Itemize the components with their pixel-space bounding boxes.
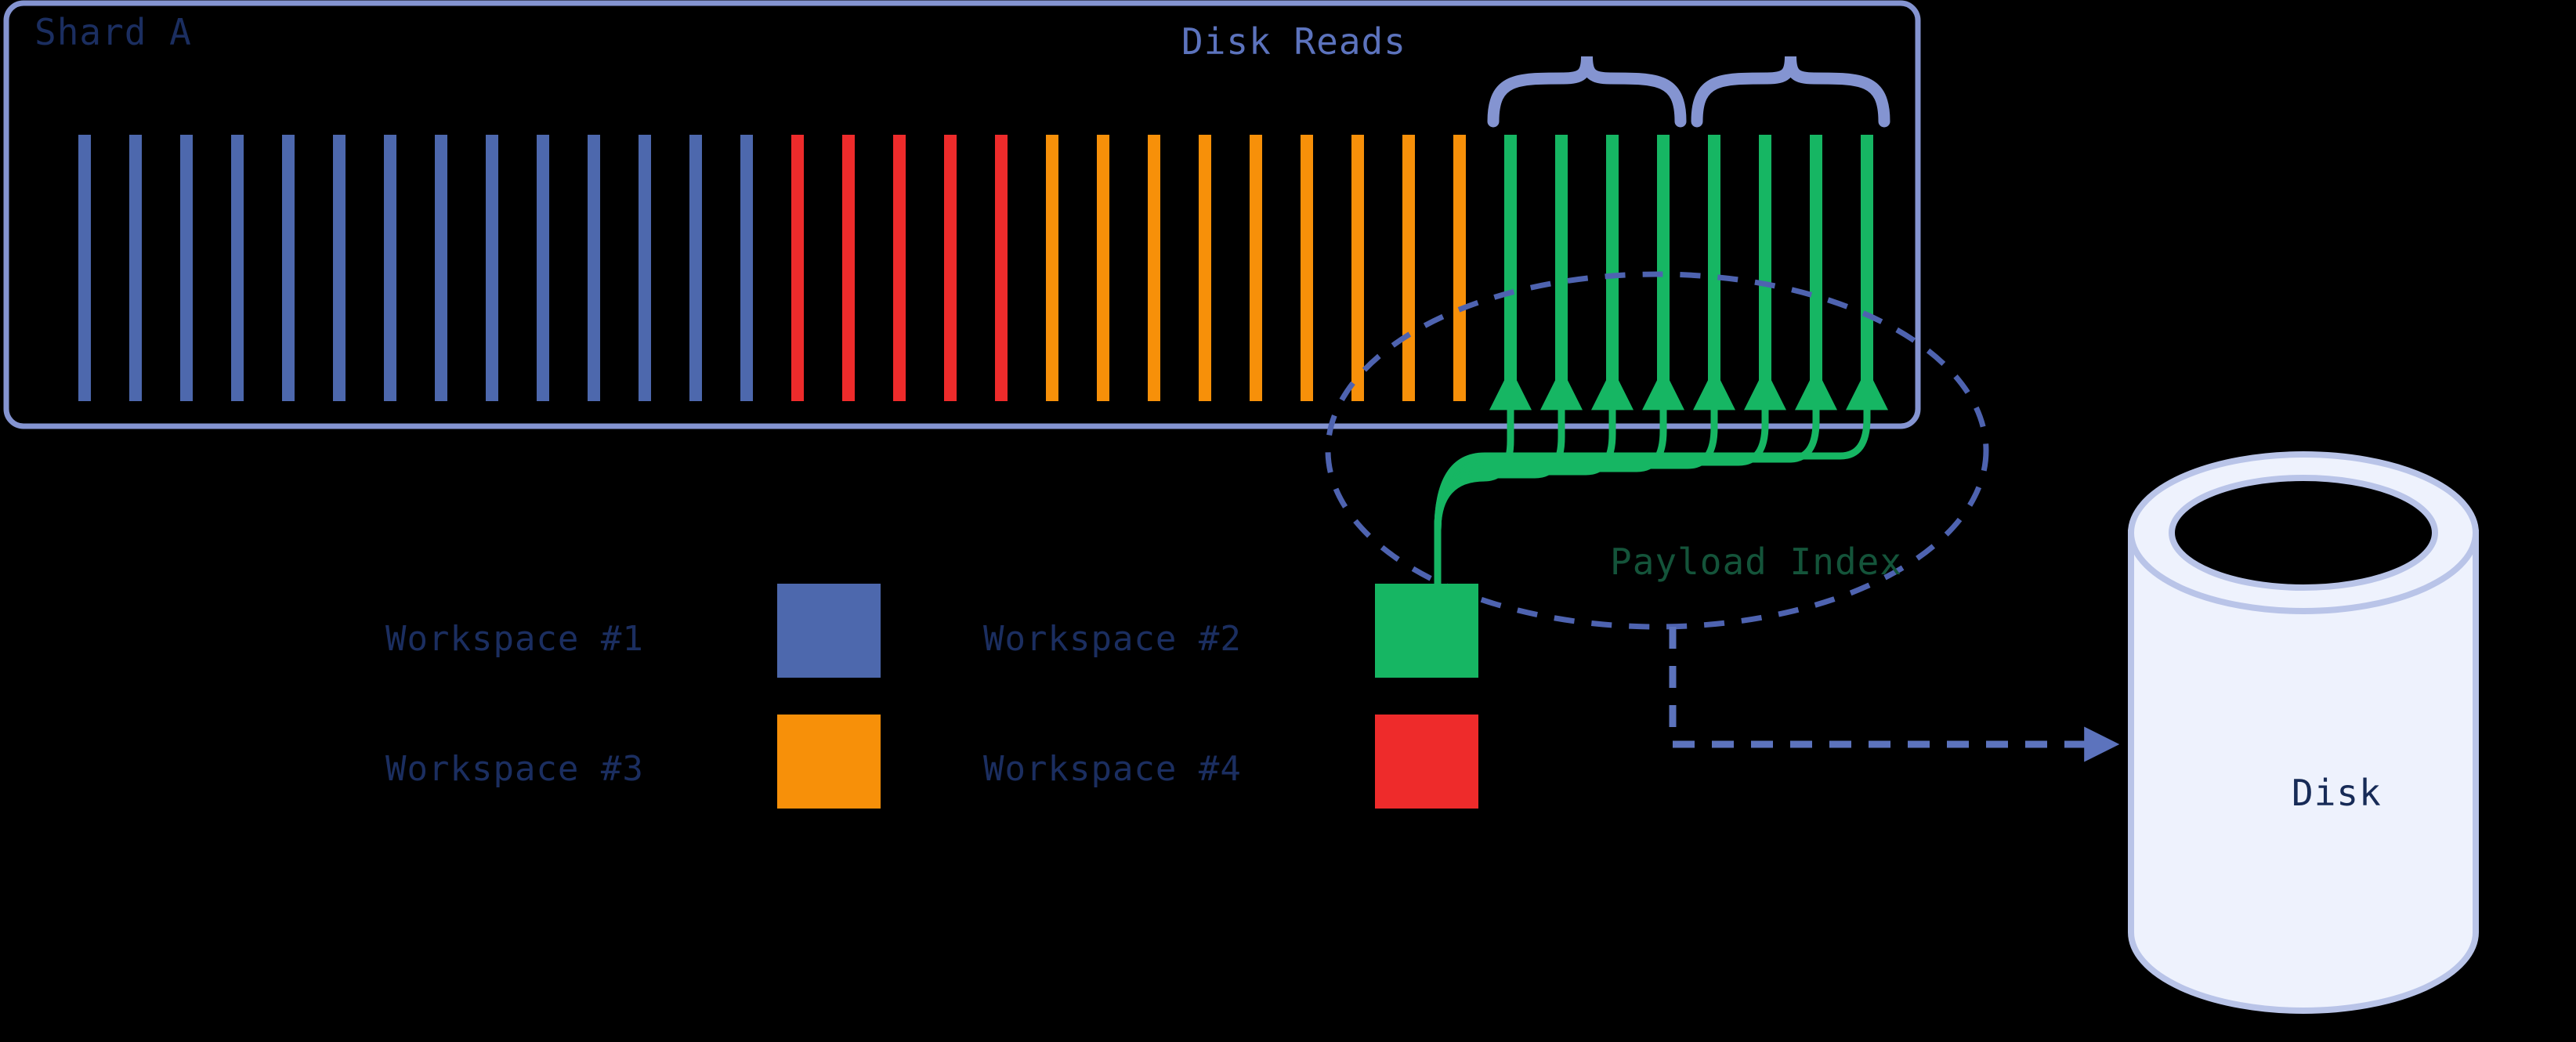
disk-flow-arrow [1669,627,2120,762]
shard-bar [129,135,142,401]
shard-bar [842,135,855,401]
payload-read-arrow [1434,367,1634,588]
shard-bar [486,135,498,401]
shard-bar [893,135,906,401]
shard-bar [1861,135,1873,401]
shard-bar [1301,135,1313,401]
legend-label-workspace4: Workspace #4 [983,749,1242,789]
shard-bar [1097,135,1109,401]
shard-bar [282,135,295,401]
shard-bar [1148,135,1160,401]
shard-bar [180,135,193,401]
shard-bar [1199,135,1211,401]
shard-title: Shard A [34,11,192,53]
shard-bar [740,135,753,401]
disk-cylinder [2128,451,2479,1014]
diagram-canvas: Shard A Disk Reads Payload Index Disk Wo… [0,0,2576,1042]
shard-bar [1402,135,1415,401]
shard-bar [689,135,702,401]
disk-read-brace [1487,56,1687,128]
shard-bar [1046,135,1058,401]
legend-label-workspace3: Workspace #3 [385,749,644,789]
brace-group [1487,56,1890,128]
shard-bar [1250,135,1262,401]
shard-bar [333,135,346,401]
shard-bar [384,135,396,401]
shard-bar [1759,135,1771,401]
shard-bar [1657,135,1670,401]
shard-bar [1453,135,1466,401]
shard-bar [1351,135,1364,401]
legend-label-workspace2: Workspace #2 [983,619,1242,659]
shard-bar [231,135,244,401]
shard-bar [995,135,1008,401]
legend-swatch-workspace1 [777,584,881,678]
shard-bar [537,135,549,401]
shard-bar [791,135,804,401]
shard-bar [944,135,957,401]
payload-index-label: Payload Index [1610,541,1903,583]
shard-bar [639,135,651,401]
shard-bar [588,135,600,401]
shard-bar-group [78,135,1873,401]
diagram-svg [3,0,2479,1014]
shard-bar [435,135,447,401]
shard-bar [1504,135,1517,401]
shard-bar [1606,135,1619,401]
disk-label: Disk [2292,772,2382,814]
legend-swatch-workspace4 [1375,715,1478,809]
shard-bar [1708,135,1720,401]
disk-read-brace [1691,56,1890,128]
legend-label-workspace1: Workspace #1 [385,619,644,659]
disk-reads-title: Disk Reads [1181,20,1406,63]
shard-bar [1810,135,1822,401]
shard-bar [1555,135,1568,401]
shard-bar [78,135,91,401]
legend-swatch-workspace3 [777,715,881,809]
legend-swatch-workspace2 [1375,584,1478,678]
